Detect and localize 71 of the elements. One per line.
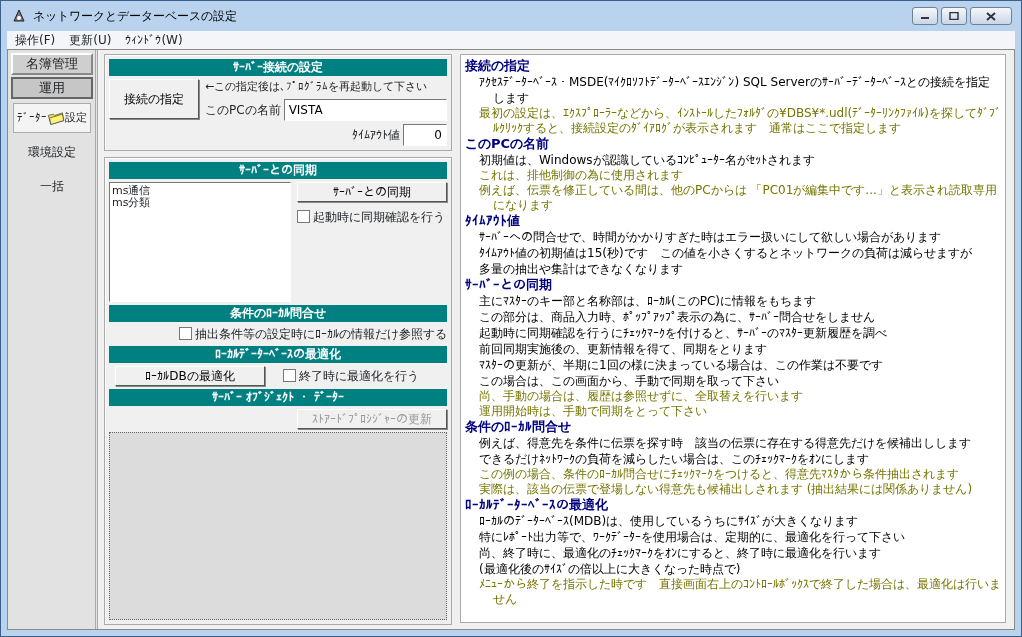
help-heading: ﾀｲﾑｱｳﾄ値 [465, 213, 521, 229]
help-text: この場合は、この画面から、手動で同期を取って下さい [478, 373, 780, 389]
sidebar-item-label[interactable]: 設定 [64, 109, 87, 127]
window-title: ネットワークとデーターベースの設定 [33, 8, 237, 25]
help-text: 主にﾏｽﾀｰのキー部と名称部は、ﾛｰｶﾙ(このPC)に情報をもちます [478, 293, 817, 309]
section-header: ﾛｰｶﾙﾃﾞｰﾀｰﾍﾞｰｽの最適化 [109, 345, 447, 363]
menu-item[interactable]: 操作(F) [15, 31, 56, 49]
sidebar-group-button[interactable]: 名簿管理 [10, 53, 93, 75]
help-note: 最初の設定は、ｴｸｽﾌﾟﾛｰﾗｰなどから、ｲﾝｽﾄｰﾙしたﾌｫﾙﾀﾞの¥DBS¥*.udl(ﾃﾞｰﾀｰﾘﾝｸﾌｧｲﾙ)を探してﾀﾞﾌﾞﾙｸﾘｯｸすると、接続設定のﾀﾞｲｱﾛｸﾞが表示されます 通常はここで指定します [478, 106, 1001, 136]
sidebar-item-label[interactable]: ﾃﾞｰﾀｰ [16, 109, 47, 127]
close-button[interactable] [970, 7, 1012, 25]
section-header: 条件のﾛｰｶﾙ問合せ [109, 304, 447, 322]
help-note: 実際は、該当の伝票で登場しない得意先も候補出しされます (抽出結果には関係ありません) [478, 482, 974, 497]
sync-button[interactable]: ｻｰﾊﾞｰとの同期 [297, 181, 447, 202]
checkbox[interactable] [179, 327, 192, 340]
section-header: ｻｰﾊﾞｰ接続の設定 [109, 59, 447, 76]
app-icon [11, 8, 27, 24]
section-header: ｻｰﾊﾞｰ ｵﾌﾞｼﾞｪｸﾄ ・ ﾃﾞｰﾀｰ [109, 388, 447, 406]
help-text: 尚、終了時に、最適化のﾁｪｯｸﾏｰｸをｵﾝにすると、終了時に最適化を行います [478, 545, 882, 561]
sidebar-item[interactable]: 環境設定 [12, 137, 91, 167]
help-note: ﾒﾆｭｰから終了を指示した時です 直接画面右上のｺﾝﾄﾛｰﾙﾎﾞｯｸｽで終了した場合は、最適化は行いません [478, 577, 1001, 607]
help-text: この部分は、商品入力時、ﾎﾟｯﾌﾟｱｯﾌﾟ表示の為に、ｻｰﾊﾞｰ問合せをしません [478, 309, 876, 325]
menu-item[interactable]: 更新(U) [69, 31, 112, 49]
instruction-text: ←この指定後は､ﾌﾟﾛｸﾞﾗﾑを再起動して下さい [205, 79, 429, 95]
checkbox[interactable] [283, 369, 296, 382]
help-heading: 接続の指定 [465, 58, 531, 74]
sidebar-group-button[interactable]: 運用 [10, 77, 93, 99]
list-item[interactable]: ms通信 [112, 184, 288, 197]
list-item[interactable]: ms分類 [112, 196, 288, 209]
field-label: ﾀｲﾑｱｳﾄ値 [352, 126, 400, 144]
help-text: 前回同期実施後の、更新情報を得て、同期をとります [478, 341, 768, 357]
section-header: ｻｰﾊﾞｰとの同期 [109, 161, 447, 179]
help-note: この例の場合、条件のﾛｰｶﾙ問合せにﾁｪｯｸﾏｰｸをつけると、得意先ﾏｽﾀから条件抽出されます [478, 467, 960, 482]
help-text: ﾛｰｶﾙのﾃﾞｰﾀｰﾍﾞｰｽ(MDB)は、使用しているうちにｻｲｽﾞが大きくなります [478, 513, 860, 529]
field-label: このPCの名前 [205, 101, 281, 119]
help-heading: このPCの名前 [465, 136, 551, 152]
pc-name-field[interactable]: VISTA [283, 98, 447, 121]
help-text: ｻｰﾊﾞｰへの問合せで、時間がかかりすぎた時はエラー扱いにして欲しい場合があります [478, 229, 942, 245]
help-heading: ｻｰﾊﾞｰとの同期 [465, 277, 553, 293]
help-heading: ﾛｰｶﾙﾃﾞｰﾀｰﾍﾞｰｽの最適化 [465, 497, 609, 513]
folder-icon [46, 110, 65, 126]
checkbox-label: 起動時に同期確認を行う [313, 208, 445, 226]
help-note: 例えば、伝票を修正している間は、他のPCからは 「PC01が編集中です...」と表示され読取専用になります [478, 183, 998, 213]
sidebar-item[interactable]: ﾃﾞｰﾀｰ 設定 [12, 103, 91, 133]
list-box[interactable]: ms通信 ms分類 [109, 181, 291, 302]
help-note: 運用開始時は、手動で同期をとって下さい [478, 404, 708, 419]
help-text: 初期値は、Windowsが認識しているｺﾝﾋﾟｭｰﾀｰ名がｾｯﾄされます [478, 152, 816, 168]
help-text: 多量の抽出や集計はできなくなります [478, 261, 684, 277]
maximize-button[interactable] [941, 7, 967, 25]
help-text: できるだけﾈｯﾄﾜｰｸの負荷を減らしたい場合は、このﾁｪｯｸﾏｰｸをｵﾝにします [478, 451, 870, 467]
sidebar-item[interactable]: 一括 [12, 171, 91, 201]
help-text: 特にﾚﾎﾟｰﾄ出力等で、ﾜｰｸﾃﾞｰﾀｰを使用場合は、定期的に、最適化を行って下さい [478, 529, 906, 545]
optimize-button[interactable]: ﾛｰｶﾙDBの最適化 [115, 365, 265, 386]
help-text: ｱｸｾｽﾃﾞｰﾀｰﾍﾞｰｽ・MSDE(ﾏｲｸﾛｿﾌﾄﾃﾞｰﾀｰﾍﾞｰｽｴﾝｼﾞﾝ) SQL Serverのｻｰﾊﾞｰﾃﾞｰﾀｰﾍﾞｰｽとの接続を指定します [478, 74, 991, 106]
help-note: これは、排他制御の為に使用されます [478, 168, 684, 183]
help-text: 例えば、得意先を条件に伝票を探す時 該当の伝票に存在する得意先だけを候補出しします [478, 435, 972, 451]
connect-button[interactable]: 接続の指定 [109, 79, 199, 119]
help-text: ﾀｲﾑｱｳﾄ値の初期値は15(秒)です この値を小さくするとネットワークの負荷は減らせますが [478, 245, 973, 261]
minimize-button[interactable] [912, 7, 938, 25]
help-text: ﾏｽﾀｰの更新が、半期に1回の様に決まっている場合は、この作業は不要です [478, 357, 884, 373]
checkbox[interactable] [297, 210, 310, 223]
maximize-icon [949, 12, 959, 20]
close-icon [986, 11, 996, 21]
help-text: (最適化後のｻｲｽﾞの倍以上に大きくなった時点で) [478, 561, 742, 577]
help-heading: 条件のﾛｰｶﾙ問合せ [465, 419, 572, 435]
help-note: 尚、手動の場合は、履歴は参照せずに、全取替えを行います [478, 389, 804, 404]
checkbox-label: 終了時に最適化を行う [299, 367, 419, 385]
timeout-field[interactable]: 0 [403, 123, 447, 146]
menu-item[interactable]: ｳｨﾝﾄﾞｳ(W) [125, 31, 183, 49]
help-text: 起動時に同期確認を行うにﾁｪｯｸﾏｰｸを付けると、ｻｰﾊﾞｰのﾏｽﾀｰ更新履歴を調べ [478, 325, 888, 341]
checkbox-label: 抽出条件等の設定時にﾛｰｶﾙの情報だけ参照する [195, 325, 447, 343]
